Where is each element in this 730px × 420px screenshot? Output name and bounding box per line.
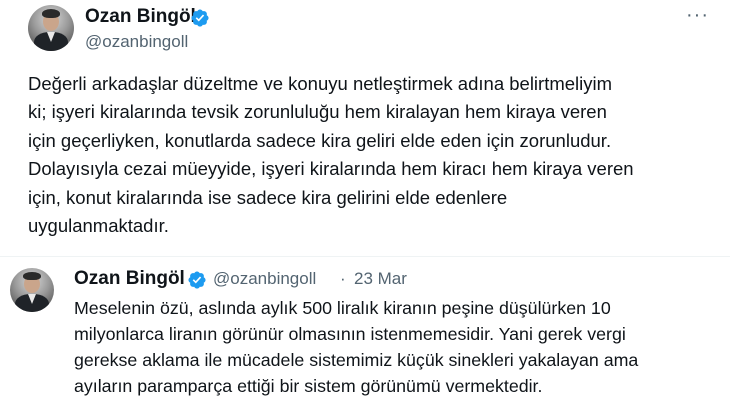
author-name[interactable]: Ozan Bingöl	[85, 6, 196, 28]
quoted-tweet-date[interactable]: 23 Mar	[354, 269, 407, 289]
quoted-author-avatar[interactable]	[10, 268, 54, 312]
quoted-tweet-text: Meselenin özü, aslında aylık 500 liralık…	[74, 295, 724, 399]
main-tweet: Ozan Bingöl @ozanbingoll ··· Değerli ark…	[0, 0, 730, 262]
tweet-text-line: Dolayısıyla cezai müeyyide, işyeri kiral…	[28, 158, 634, 180]
tweet-text-line: uygulanmaktadır.	[28, 215, 169, 237]
tweet-text: Değerli arkadaşlar düzeltme ve konuyu ne…	[28, 70, 718, 240]
meta-separator: ·	[340, 269, 346, 288]
tweet-text-line: Değerli arkadaşlar düzeltme ve konuyu ne…	[28, 73, 613, 94]
quoted-author-handle[interactable]: @ozanbingoll	[213, 269, 316, 289]
more-options-icon[interactable]: ···	[686, 4, 709, 27]
author-handle[interactable]: @ozanbingoll	[85, 32, 188, 52]
verified-badge-icon	[188, 271, 206, 289]
tweet-text-line: için geçerliyken, konutlarda sadece kira…	[28, 129, 612, 151]
verified-badge-icon	[191, 9, 209, 27]
quoted-text-line: Meselenin özü, aslında aylık 500 liralık…	[74, 298, 611, 318]
author-avatar[interactable]	[28, 5, 74, 51]
tweet-text-line: ki; işyeri kiralarında tevsik zorunluluğ…	[28, 101, 607, 123]
quoted-author-name[interactable]: Ozan Bingöl	[74, 268, 185, 290]
quoted-text-line: milyonlarca liranın görünür olmasının is…	[74, 324, 626, 344]
quoted-text-line: gerekse aklama ile mücadele sistemimiz k…	[74, 350, 639, 370]
tweet-text-line: için, konut kiralarında ise sadece kira …	[28, 186, 508, 208]
quoted-text-line: ayıların paramparça ettiği bir sistem gö…	[74, 376, 543, 396]
